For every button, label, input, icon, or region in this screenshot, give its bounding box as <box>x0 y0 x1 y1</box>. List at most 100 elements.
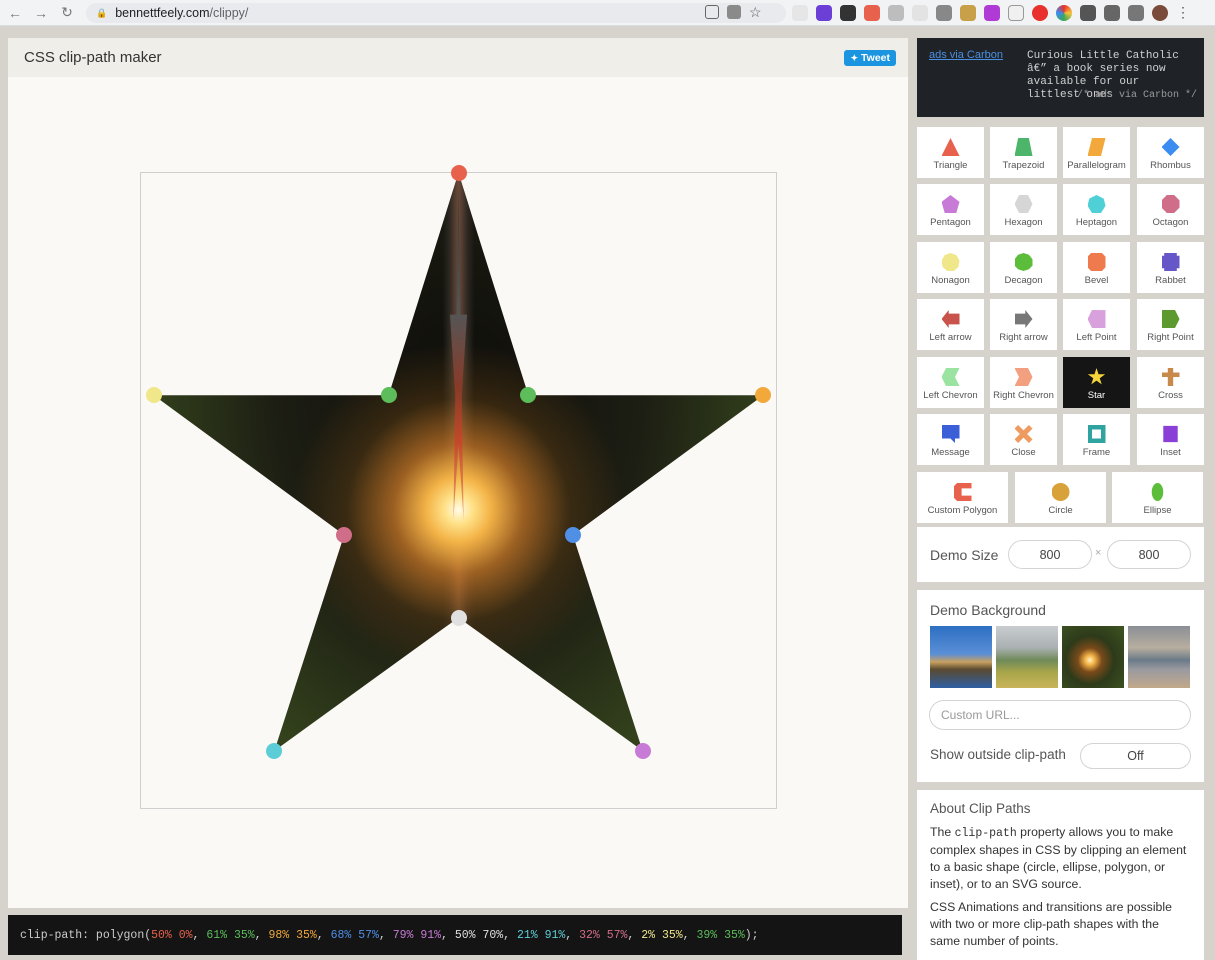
about-code: clip-path <box>954 827 1017 840</box>
back-icon[interactable]: ← <box>4 2 26 24</box>
cast-icon[interactable] <box>705 5 719 19</box>
show-outside-toggle[interactable]: Off <box>1080 743 1191 769</box>
extension-icon-2[interactable] <box>816 5 832 21</box>
extension-icon-4[interactable] <box>864 5 880 21</box>
shape-button-bevel[interactable]: Bevel <box>1063 242 1130 293</box>
polygon-handle-1[interactable] <box>450 165 467 181</box>
shape-button-ellipse[interactable]: Ellipse <box>1112 472 1203 523</box>
background-thumb-sea[interactable] <box>1128 626 1190 688</box>
polygon-handle-3[interactable] <box>755 387 772 404</box>
main-header: CSS clip-path maker <box>8 38 908 77</box>
inset-icon <box>1161 424 1181 444</box>
shape-label-decagon: Decagon <box>1004 275 1043 286</box>
shape-button-hexagon[interactable]: Hexagon <box>990 184 1057 235</box>
ad-image-link[interactable]: ads via Carbon <box>929 49 1003 61</box>
shape-button-right-arrow[interactable]: Right arrow <box>990 299 1057 350</box>
polygon-handle-4[interactable] <box>564 526 581 543</box>
shape-button-heptagon[interactable]: Heptagon <box>1063 184 1130 235</box>
shape-label-left-chevron: Left Chevron <box>923 390 978 401</box>
shape-button-rhombus[interactable]: Rhombus <box>1137 127 1204 178</box>
shape-button-right-point[interactable]: Right Point <box>1137 299 1204 350</box>
polygon-handle-8[interactable] <box>336 526 353 543</box>
shape-button-message[interactable]: Message <box>917 414 984 465</box>
circle-icon <box>1051 482 1071 502</box>
more-menu-icon[interactable]: ⋮ <box>1176 5 1192 21</box>
shape-button-cross[interactable]: Cross <box>1137 357 1204 408</box>
shape-button-trapezoid[interactable]: Trapezoid <box>990 127 1057 178</box>
shape-button-close[interactable]: Close <box>990 414 1057 465</box>
shape-button-inset[interactable]: Inset <box>1137 414 1204 465</box>
shape-button-pentagon[interactable]: Pentagon <box>917 184 984 235</box>
code-comma: , <box>192 928 207 942</box>
forward-icon[interactable]: → <box>30 2 52 24</box>
background-thumb-bridge[interactable] <box>930 626 992 688</box>
extension-icon-5[interactable] <box>888 5 904 21</box>
polygon-handle-7[interactable] <box>266 742 283 759</box>
ellipse-icon <box>1148 482 1168 502</box>
shape-label-rabbet: Rabbet <box>1155 275 1186 286</box>
shape-button-parallelogram[interactable]: Parallelogram <box>1063 127 1130 178</box>
translate-icon[interactable] <box>727 5 741 19</box>
reading-list-icon[interactable] <box>1128 5 1144 21</box>
extension-icon-13[interactable] <box>1080 5 1096 21</box>
main-panel: CSS clip-path maker ✦ Tweet <box>8 38 908 908</box>
shape-button-triangle[interactable]: Triangle <box>917 127 984 178</box>
demo-width-input[interactable]: 800 <box>1008 540 1092 569</box>
left-arrow-icon <box>941 309 961 329</box>
demo-height-input[interactable]: 800 <box>1107 540 1191 569</box>
right-chevron-icon-shape <box>1014 368 1033 386</box>
octagon-icon <box>1161 194 1181 214</box>
polygon-handle-9[interactable] <box>145 387 162 404</box>
reload-icon[interactable]: ↻ <box>56 2 78 24</box>
custom-url-input[interactable]: Custom URL... <box>929 700 1191 730</box>
shape-button-left-chevron[interactable]: Left Chevron <box>917 357 984 408</box>
code-point-6: 50% 70% <box>454 928 504 942</box>
extension-icon-11[interactable] <box>1032 5 1048 21</box>
triangle-icon <box>941 137 961 157</box>
shape-button-octagon[interactable]: Octagon <box>1137 184 1204 235</box>
polygon-handle-2[interactable] <box>520 387 537 404</box>
left-chevron-icon <box>941 367 961 387</box>
shape-button-right-chevron[interactable]: Right Chevron <box>990 357 1057 408</box>
puzzle-icon[interactable] <box>1104 5 1120 21</box>
shape-button-star[interactable]: Star <box>1063 357 1130 408</box>
pentagon-icon-shape <box>941 195 960 213</box>
shape-button-left-point[interactable]: Left Point <box>1063 299 1130 350</box>
extension-icon-1[interactable] <box>792 5 808 21</box>
extension-icon-9[interactable] <box>984 5 1000 21</box>
address-bar[interactable]: 🔒 bennettfeely.com/clippy/ <box>86 3 786 23</box>
extension-icon-8[interactable] <box>960 5 976 21</box>
twitter-bird-icon: ✦ <box>850 52 859 63</box>
shape-button-custom-polygon[interactable]: Custom Polygon <box>917 472 1008 523</box>
tweet-button[interactable]: ✦ Tweet <box>844 50 896 66</box>
shape-button-rabbet[interactable]: Rabbet <box>1137 242 1204 293</box>
polygon-handle-6[interactable] <box>450 609 467 626</box>
shape-button-frame[interactable]: Frame <box>1063 414 1130 465</box>
profile-avatar[interactable] <box>1152 5 1168 21</box>
code-comma: , <box>378 928 393 942</box>
background-thumb-fields[interactable] <box>996 626 1058 688</box>
cross-icon-shape <box>1161 368 1180 386</box>
page-title: CSS clip-path maker <box>24 49 162 66</box>
nonagon-icon <box>941 252 961 272</box>
carbon-ad[interactable]: ads via Carbon Curious Little Catholic â… <box>917 38 1204 117</box>
close-icon-shape <box>1014 425 1033 443</box>
extension-icon-3[interactable] <box>840 5 856 21</box>
polygon-handle-10[interactable] <box>380 387 397 404</box>
shape-button-left-arrow[interactable]: Left arrow <box>917 299 984 350</box>
background-thumb-sparkler[interactable] <box>1062 626 1124 688</box>
shape-label-triangle: Triangle <box>933 160 968 171</box>
extension-icon-7[interactable] <box>936 5 952 21</box>
ad-via-label[interactable]: /* ads via Carbon */ <box>1077 90 1197 101</box>
extension-icon-6[interactable] <box>912 5 928 21</box>
bookmark-star-icon[interactable]: ☆ <box>749 5 763 19</box>
browser-toolbar: ← → ↻ 🔒 bennettfeely.com/clippy/ ☆ ⋮ <box>0 0 1215 26</box>
extension-icon-10[interactable] <box>1008 5 1024 21</box>
polygon-handle-5[interactable] <box>634 742 651 759</box>
shape-button-decagon[interactable]: Decagon <box>990 242 1057 293</box>
extension-icon-12[interactable] <box>1056 5 1072 21</box>
heptagon-icon <box>1087 194 1107 214</box>
shape-button-circle[interactable]: Circle <box>1015 472 1106 523</box>
clip-path-code[interactable]: clip-path: polygon(50% 0%, 61% 35%, 98% … <box>8 915 902 955</box>
shape-button-nonagon[interactable]: Nonagon <box>917 242 984 293</box>
